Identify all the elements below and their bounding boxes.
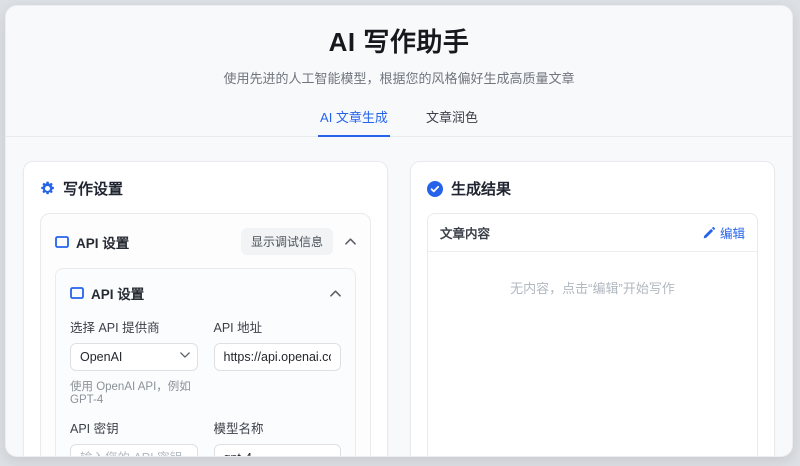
model-name-label: 模型名称 <box>213 422 264 436</box>
provider-label: 选择 API 提供商 <box>70 321 160 335</box>
api-box-icon <box>55 235 69 248</box>
result-panel: 生成结果 文章内容 编辑 无内容，点击“编辑”开始写作 <box>410 161 775 456</box>
provider-hint: 使用 OpenAI API，例如 GPT-4 <box>70 381 191 406</box>
api-settings-section: API 设置 显示调试信息 API 设置 选择 API 提供商 OpenAI 使… <box>40 213 371 456</box>
empty-state-text: 无内容，点击“编辑”开始写作 <box>510 281 675 296</box>
settings-panel-title: 写作设置 <box>63 181 124 198</box>
page-title: AI 写作助手 <box>328 27 470 57</box>
tab-article-generation[interactable]: AI 文章生成 <box>318 101 390 137</box>
pencil-icon <box>703 226 715 239</box>
tab-bar: AI 文章生成 文章润色 <box>6 101 792 137</box>
edit-button[interactable]: 编辑 <box>703 223 745 242</box>
api-provider-select[interactable]: OpenAI <box>70 343 198 371</box>
api-inner-title: API 设置 <box>91 287 145 302</box>
check-circle-icon <box>427 180 443 197</box>
chevron-up-icon[interactable] <box>330 289 341 297</box>
article-content-title: 文章内容 <box>440 227 491 241</box>
api-settings-inner-card: API 设置 选择 API 提供商 OpenAI 使用 OpenAI API，例… <box>55 268 356 456</box>
api-key-input[interactable] <box>70 444 198 456</box>
tab-article-polish[interactable]: 文章润色 <box>424 101 480 136</box>
api-key-label: API 密钥 <box>70 422 119 436</box>
app-header: AI 写作助手 使用先进的人工智能模型，根据您的风格偏好生成高质量文章 <box>6 6 792 87</box>
chevron-up-icon[interactable] <box>345 238 356 245</box>
page-subtitle: 使用先进的人工智能模型，根据您的风格偏好生成高质量文章 <box>223 71 575 86</box>
article-content-box: 文章内容 编辑 无内容，点击“编辑”开始写作 <box>427 213 758 456</box>
api-url-input[interactable] <box>213 343 341 371</box>
result-panel-title: 生成结果 <box>451 181 512 198</box>
show-debug-info-button[interactable]: 显示调试信息 <box>240 228 333 255</box>
model-name-input[interactable] <box>213 444 341 456</box>
gear-icon <box>40 181 55 196</box>
app-window: AI 写作助手 使用先进的人工智能模型，根据您的风格偏好生成高质量文章 AI 文… <box>5 5 793 457</box>
settings-panel: 写作设置 API 设置 显示调试信息 API 设置 选择 API 提供商 Ope… <box>23 161 388 456</box>
content-area: 写作设置 API 设置 显示调试信息 API 设置 选择 API 提供商 Ope… <box>6 137 792 456</box>
edit-button-label: 编辑 <box>719 227 745 241</box>
api-box-icon <box>70 287 84 299</box>
api-section-title: API 设置 <box>76 235 130 251</box>
api-url-label: API 地址 <box>213 321 263 335</box>
